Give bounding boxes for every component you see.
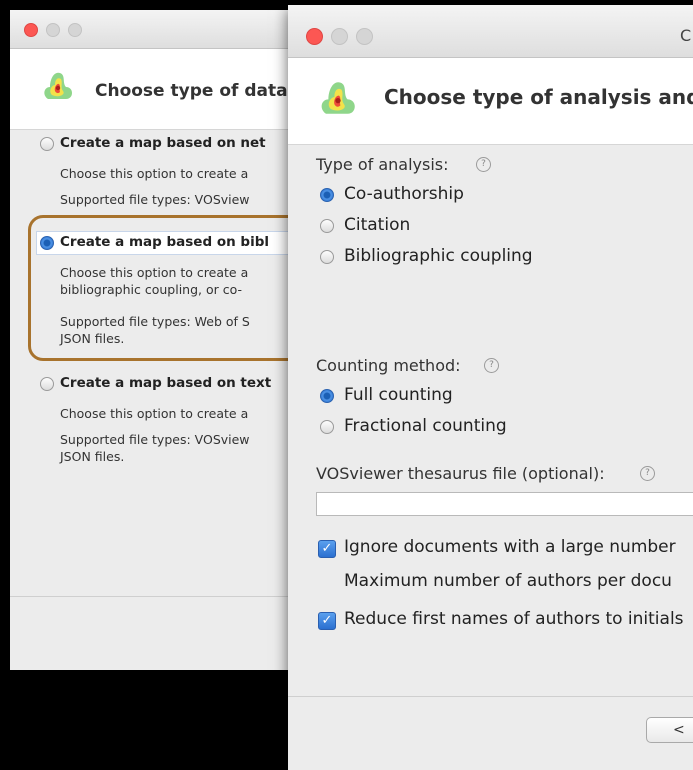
thesaurus-help-icon[interactable]: ? (640, 466, 655, 481)
network-option-radio[interactable] (40, 137, 54, 151)
network-option-filetypes: Supported file types: VOSview (60, 192, 250, 207)
dialog-header: Choose type of analysis and (288, 58, 693, 145)
zoom-button[interactable] (356, 28, 373, 45)
counting-method-label: Counting method: (316, 356, 461, 375)
footer-divider (10, 596, 310, 597)
bibliographic-option-label[interactable]: Create a map based on bibl (60, 234, 269, 250)
close-button[interactable] (306, 28, 323, 45)
dialog-header: Choose type of data (10, 49, 310, 130)
max-authors-label: Maximum number of authors per docu (344, 571, 672, 591)
network-option-label[interactable]: Create a map based on net (60, 135, 266, 151)
text-option-filetypes-line2: JSON files. (60, 449, 125, 464)
text-option-radio[interactable] (40, 377, 54, 391)
vosviewer-logo-icon (321, 82, 355, 114)
analysis-help-icon[interactable]: ? (476, 157, 491, 172)
analysis-type-label: Type of analysis: (316, 155, 449, 174)
data-type-window: Choose type of data Create a map based o… (10, 10, 310, 670)
ignore-documents-checkbox[interactable]: ✓ (318, 540, 336, 558)
back-button[interactable]: < (646, 717, 693, 743)
title-bar[interactable] (10, 10, 310, 49)
co-authorship-radio[interactable] (320, 188, 334, 202)
co-authorship-label[interactable]: Co-authorship (344, 184, 464, 204)
full-counting-radio[interactable] (320, 389, 334, 403)
footer-divider (288, 696, 693, 697)
reduce-names-checkbox[interactable]: ✓ (318, 612, 336, 630)
analysis-type-window: C Choose type of analysis and Type of an… (288, 5, 693, 770)
thesaurus-file-input[interactable] (316, 492, 693, 516)
page-title: Choose type of data (95, 81, 288, 101)
bibliographic-option-description-line2: bibliographic coupling, or co- (60, 282, 242, 297)
bibliographic-option-filetypes-line2: JSON files. (60, 331, 125, 346)
vosviewer-logo-icon (44, 72, 72, 99)
page-title: Choose type of analysis and (384, 85, 693, 109)
text-option-label[interactable]: Create a map based on text (60, 375, 271, 391)
close-button[interactable] (24, 23, 38, 37)
minimize-button[interactable] (331, 28, 348, 45)
bibliographic-option-filetypes-line1: Supported file types: Web of S (60, 314, 250, 329)
ignore-documents-label[interactable]: Ignore documents with a large number (344, 537, 676, 557)
window-title: C (680, 26, 692, 45)
citation-label[interactable]: Citation (344, 215, 410, 235)
text-option-description: Choose this option to create a (60, 406, 249, 421)
fractional-counting-label[interactable]: Fractional counting (344, 416, 507, 436)
minimize-button[interactable] (46, 23, 60, 37)
title-bar[interactable]: C (288, 5, 693, 58)
bibliographic-option-radio[interactable] (40, 236, 54, 250)
text-option-filetypes-line1: Supported file types: VOSview (60, 432, 250, 447)
bibliographic-option-description-line1: Choose this option to create a (60, 265, 249, 280)
network-option-description: Choose this option to create a (60, 166, 249, 181)
zoom-button[interactable] (68, 23, 82, 37)
bibliographic-coupling-radio[interactable] (320, 250, 334, 264)
citation-radio[interactable] (320, 219, 334, 233)
counting-help-icon[interactable]: ? (484, 358, 499, 373)
thesaurus-label: VOSviewer thesaurus file (optional): (316, 464, 605, 483)
reduce-names-label[interactable]: Reduce first names of authors to initial… (344, 609, 684, 629)
fractional-counting-radio[interactable] (320, 420, 334, 434)
bibliographic-coupling-label[interactable]: Bibliographic coupling (344, 246, 533, 266)
full-counting-label[interactable]: Full counting (344, 385, 453, 405)
